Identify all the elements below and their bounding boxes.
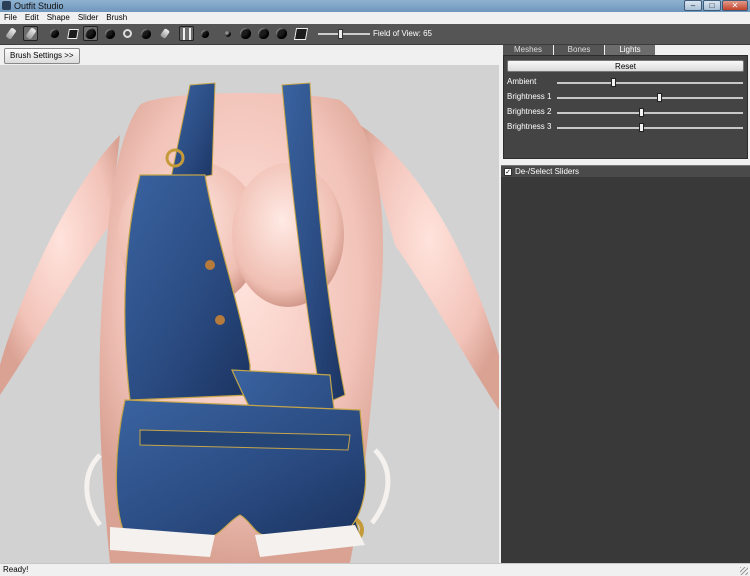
ambient-slider-thumb[interactable]: [610, 78, 616, 87]
menu-shape[interactable]: Shape: [47, 12, 70, 24]
brush-settings-button[interactable]: Brush Settings >>: [4, 48, 80, 64]
menu-file[interactable]: File: [4, 12, 17, 24]
right-view-button[interactable]: [274, 26, 289, 41]
move-brush-button[interactable]: [102, 26, 117, 41]
weight-brush-icon: [140, 28, 151, 39]
deflate-brush-icon: [85, 28, 96, 39]
field-of-view-label: Field of View: 65: [373, 29, 432, 38]
inflate-brush-icon: [66, 28, 79, 39]
right-view-icon: [276, 28, 287, 39]
brightness-3-row: Brightness 3: [507, 121, 746, 133]
brightness-2-slider-thumb[interactable]: [638, 108, 644, 117]
deflate-brush-button[interactable]: [83, 26, 98, 41]
connected-icon: [200, 29, 209, 38]
color-brush-button[interactable]: [157, 26, 172, 41]
brightness-2-row: Brightness 2: [507, 106, 746, 118]
reset-lights-button[interactable]: Reset: [507, 60, 744, 72]
menu-brush[interactable]: Brush: [106, 12, 127, 24]
move-brush-icon: [104, 28, 115, 39]
smooth-brush-icon: [123, 29, 132, 38]
weight-brush-button[interactable]: [138, 26, 153, 41]
front-view-button[interactable]: [220, 26, 235, 41]
viewport-pane: Brush Settings >>: [0, 45, 499, 563]
lights-panel: Reset Ambient Brightness 1 Brightness 2 …: [503, 55, 748, 159]
front-view-icon: [224, 30, 231, 37]
status-text: Ready!: [3, 565, 29, 574]
title-bar: Outfit Studio – □ ✕: [0, 0, 750, 12]
status-bar: Ready!: [0, 563, 750, 576]
resize-grip-icon[interactable]: [740, 567, 748, 575]
left-view-icon: [258, 28, 269, 39]
ambient-label: Ambient: [507, 77, 537, 86]
tab-meshes[interactable]: Meshes: [503, 45, 553, 55]
toolbar: Field of View: 65: [0, 24, 750, 45]
ambient-row: Ambient: [507, 76, 746, 88]
menu-slider[interactable]: Slider: [78, 12, 98, 24]
mask-brush-button[interactable]: [47, 26, 62, 41]
window-controls: – □ ✕: [684, 0, 748, 11]
brightness-1-label: Brightness 1: [507, 92, 552, 101]
mask-brush-icon: [50, 29, 59, 38]
select-sliders-checkbox[interactable]: ✓: [504, 168, 512, 176]
tab-bar: Meshes Bones Lights: [503, 45, 655, 55]
mirror-icon: [182, 27, 191, 40]
fov-slider-thumb[interactable]: [338, 29, 343, 39]
inflate-brush-button[interactable]: [65, 26, 80, 41]
app-icon: [2, 1, 11, 10]
perspective-button[interactable]: [293, 26, 308, 41]
connected-only-button[interactable]: [197, 26, 212, 41]
brightness-2-slider[interactable]: [557, 108, 743, 117]
brightness-3-slider[interactable]: [557, 123, 743, 132]
brightness-1-slider[interactable]: [557, 93, 743, 102]
button-2: [215, 315, 225, 325]
brightness-3-label: Brightness 3: [507, 122, 552, 131]
transform-tool-button[interactable]: [23, 26, 38, 41]
brightness-2-label: Brightness 2: [507, 107, 552, 116]
viewport-header: Brush Settings >>: [0, 45, 499, 65]
tab-bones[interactable]: Bones: [554, 45, 604, 55]
ambient-slider[interactable]: [557, 78, 743, 87]
pencil-icon: [159, 28, 170, 39]
maximize-button[interactable]: □: [703, 0, 721, 11]
sliders-list: [501, 177, 750, 563]
minimize-button[interactable]: –: [684, 0, 702, 11]
back-view-button[interactable]: [238, 26, 253, 41]
select-tool-button[interactable]: [3, 26, 18, 41]
brightness-1-slider-thumb[interactable]: [657, 93, 663, 102]
3d-viewport[interactable]: [0, 65, 499, 563]
menu-edit[interactable]: Edit: [25, 12, 39, 24]
close-button[interactable]: ✕: [722, 0, 748, 11]
smooth-brush-button[interactable]: [120, 26, 135, 41]
menu-bar: File Edit Shape Slider Brush: [0, 12, 750, 24]
tab-lights[interactable]: Lights: [605, 45, 655, 55]
field-of-view-slider[interactable]: [318, 29, 370, 39]
select-pin-icon: [4, 27, 17, 40]
cube-icon: [293, 27, 308, 40]
back-view-icon: [240, 28, 251, 39]
button-1: [205, 260, 215, 270]
brightness-1-row: Brightness 1: [507, 91, 746, 103]
transform-pin-icon: [24, 27, 37, 40]
control-pane: Meshes Bones Lights Reset Ambient Bright…: [501, 45, 750, 563]
left-view-button[interactable]: [256, 26, 271, 41]
window-title: Outfit Studio: [14, 1, 64, 11]
brightness-3-slider-thumb[interactable]: [638, 123, 644, 132]
x-mirror-button[interactable]: [179, 26, 194, 41]
